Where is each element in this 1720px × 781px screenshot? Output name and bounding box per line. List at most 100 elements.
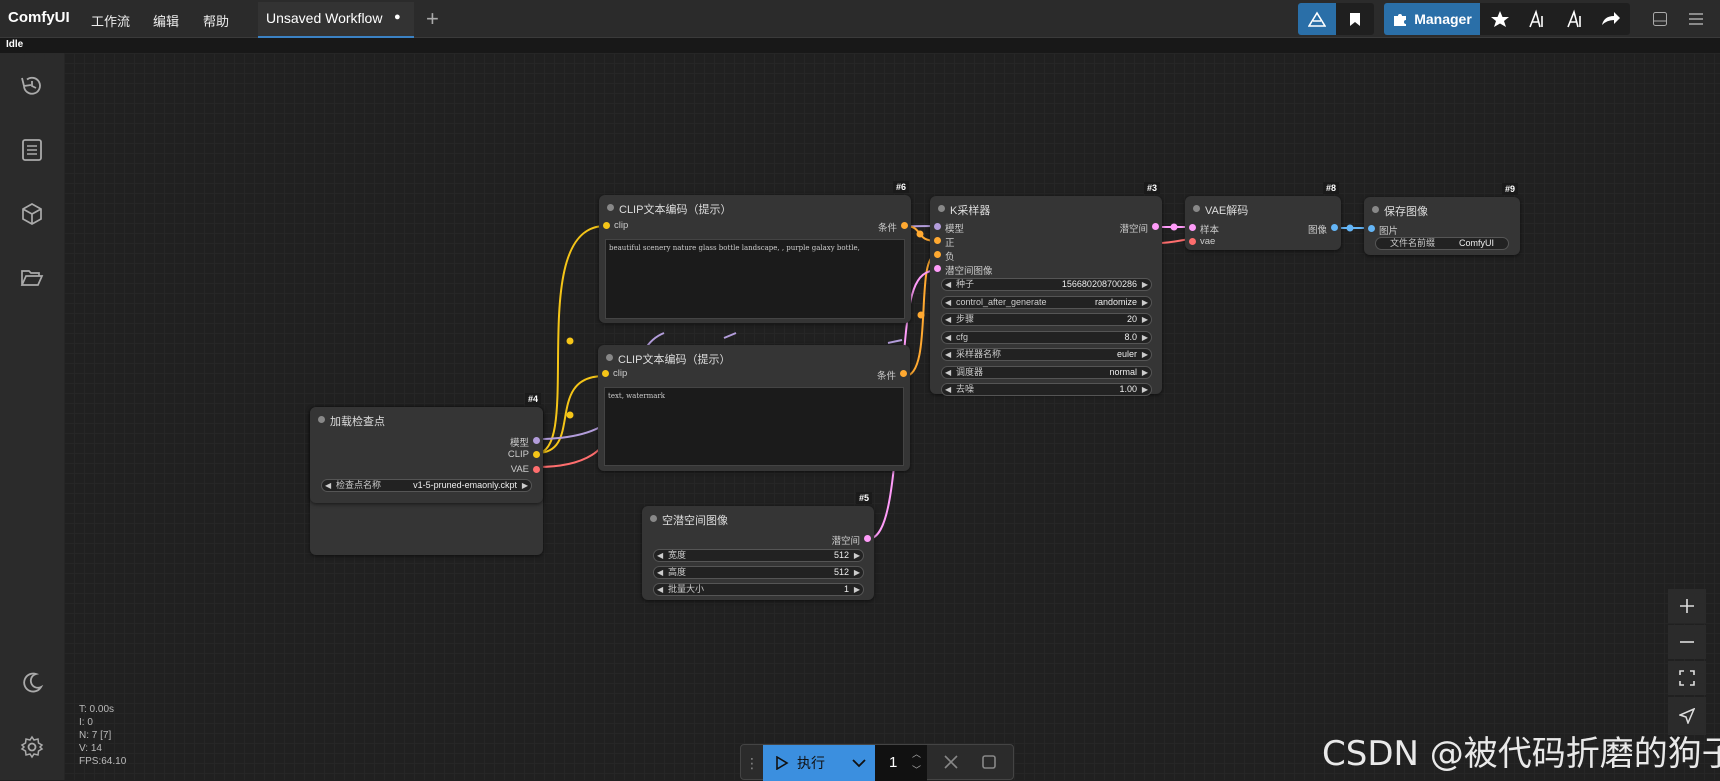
output-dot-clip[interactable] <box>533 451 540 458</box>
menu-help[interactable]: 帮助 <box>203 11 229 30</box>
decrement-icon[interactable]: ﹀ <box>912 763 921 776</box>
node-id: #4 <box>524 393 541 405</box>
output-dot-latent[interactable] <box>1152 223 1159 230</box>
input-dot-negative[interactable] <box>934 251 941 258</box>
output-dot-latent[interactable] <box>864 535 871 542</box>
widget-seed[interactable]: ◀ 种子 156680208700286 ▶ <box>941 278 1152 291</box>
cube-icon <box>22 203 42 225</box>
app-logo: ComfyUI <box>8 9 70 26</box>
node-clip-text-encode-negative[interactable]: CLIP文本编码（提示） clip 条件 text, watermark <box>598 345 910 471</box>
toggle-panel-button[interactable] <box>1648 3 1672 35</box>
status-bar: Idle <box>0 38 1720 53</box>
widget-control-after-generate[interactable]: ◀ control_after_generate randomize ▶ <box>941 296 1152 309</box>
input-dot-latent[interactable] <box>934 265 941 272</box>
output-dot-image[interactable] <box>1331 224 1338 231</box>
hamburger-menu-button[interactable] <box>1684 3 1708 35</box>
input-dot-model[interactable] <box>934 223 941 230</box>
unsaved-indicator: ● <box>394 11 401 23</box>
puzzle-icon <box>1394 14 1407 26</box>
node-title[interactable]: VAE解码 <box>1185 196 1341 220</box>
run-options-dropdown[interactable] <box>843 745 875 781</box>
input-slot-dot[interactable] <box>602 370 609 377</box>
prompt-textarea[interactable]: beautiful scenery nature glass bottle la… <box>605 239 905 319</box>
input-dot-vae[interactable] <box>1189 238 1196 245</box>
new-tab-button[interactable]: + <box>426 6 439 32</box>
menu-workflow[interactable]: 工作流 <box>91 11 130 30</box>
widget-scheduler[interactable]: ◀ 调度器 normal ▶ <box>941 366 1152 379</box>
output-slot-conditioning: 条件 <box>877 223 897 234</box>
node-vae-decode[interactable]: #8 VAE解码 样本 vae 图像 <box>1185 182 1341 250</box>
node-clip-text-encode-positive[interactable]: #6 CLIP文本编码（提示） clip 条件 beautiful scener… <box>599 181 911 323</box>
prompt-textarea[interactable]: text, watermark <box>604 387 904 466</box>
graph-canvas[interactable]: #6 CLIP文本编码（提示） clip 条件 beautiful scener… <box>64 53 1720 780</box>
sidebar <box>0 53 64 780</box>
widget-width[interactable]: ◀ 宽度 512 ▶ <box>653 549 864 562</box>
stat-i: I: 0 <box>79 717 93 728</box>
theme-toggle-button[interactable] <box>14 665 50 701</box>
queue-run-bar: ⋮ 执行 1 ︿ ﹀ <box>740 744 1014 781</box>
top-bar: ComfyUI 工作流 编辑 帮助 Unsaved Workflow ● + M… <box>0 0 1720 38</box>
widget-denoise[interactable]: ◀ 去噪 1.00 ▶ <box>941 383 1152 396</box>
queue-count-input[interactable]: 1 ︿ ﹀ <box>875 745 927 781</box>
cancel-button[interactable] <box>943 754 959 775</box>
node-id: #9 <box>1501 183 1518 195</box>
mountain-icon <box>1308 11 1326 27</box>
settings-button[interactable] <box>14 729 50 765</box>
node-title[interactable]: CLIP文本编码（提示） <box>598 345 910 369</box>
input-dot-positive[interactable] <box>934 237 941 244</box>
input-slot-latent: 潜空间图像 <box>945 266 993 277</box>
fullscreen-icon <box>1679 670 1695 686</box>
widget-height[interactable]: ◀ 高度 512 ▶ <box>653 566 864 579</box>
node-id: #6 <box>892 181 909 193</box>
node-ksampler[interactable]: #3 K采样器 模型 正 负 潜空间图像 潜空间 ◀ 种子 156680208700… <box>930 182 1162 396</box>
book-icon <box>22 139 42 161</box>
fit-view-button[interactable] <box>1668 661 1706 695</box>
input-slot-dot[interactable] <box>603 222 610 229</box>
manager-button[interactable]: Manager <box>1384 3 1480 35</box>
node-title[interactable]: 空潜空间图像 <box>642 506 874 530</box>
input-dot-samples[interactable] <box>1189 224 1196 231</box>
node-title[interactable]: 加载检查点 <box>310 407 543 431</box>
tab-unsaved-workflow[interactable]: Unsaved Workflow ● <box>258 2 414 38</box>
input-slot-clip: clip <box>613 368 628 379</box>
sidebar-item-library[interactable] <box>14 132 50 168</box>
star-icon <box>1491 11 1509 27</box>
zoom-out-button[interactable] <box>1668 625 1706 659</box>
stat-fps: FPS:64.10 <box>79 756 127 767</box>
input-dot-images[interactable] <box>1368 225 1375 232</box>
sidebar-item-history[interactable] <box>14 68 50 104</box>
output-slot-image: 图像 <box>1307 225 1327 236</box>
output-dot-vae[interactable] <box>533 466 540 473</box>
output-dot-model[interactable] <box>533 437 540 444</box>
manager-label: Manager <box>1414 11 1472 27</box>
widget-batch-size[interactable]: ◀ 批量大小 1 ▶ <box>653 583 864 596</box>
zoom-in-button[interactable] <box>1668 589 1706 623</box>
input-slot-images: 图片 <box>1379 226 1399 237</box>
node-title[interactable]: 保存图像 <box>1364 197 1520 221</box>
widget-checkpoint-name[interactable]: ◀ 检查点名称 v1-5-pruned-emaonly.ckpt ▶ <box>321 479 532 492</box>
increment-icon[interactable]: ︿ <box>912 747 921 760</box>
close-icon <box>944 755 958 769</box>
run-button[interactable]: 执行 <box>763 745 843 781</box>
node-checkpoint-body: #4 加载检查点 模型 CLIP VAE ◀ 检查点名称 v1-5-pruned-e… <box>310 393 543 503</box>
node-empty-latent-image[interactable]: #5 空潜空间图像 潜空间 ◀ 宽度 512 ▶ ◀ 高度 512 ▶ ◀ 批量大小 1 ▶ <box>642 492 874 600</box>
stat-nodes: N: 7 [7] <box>79 730 112 741</box>
input-slot-clip: clip <box>614 220 629 231</box>
widget-cfg[interactable]: ◀ cfg 8.0 ▶ <box>941 331 1152 344</box>
comfy-registry-button[interactable] <box>1298 3 1336 35</box>
drag-handle-icon[interactable]: ⋮ <box>745 755 759 772</box>
widget-steps[interactable]: ◀ 步骤 20 ▶ <box>941 313 1152 326</box>
output-slot-dot[interactable] <box>900 370 907 377</box>
widget-filename-prefix[interactable]: 文件名前缀 ComfyUI <box>1375 237 1509 250</box>
bookmark-button[interactable] <box>1336 3 1374 35</box>
node-save-image[interactable]: #9 保存图像 图片 文件名前缀 ComfyUI <box>1364 183 1520 255</box>
node-title[interactable]: CLIP文本编码（提示） <box>599 195 911 219</box>
output-slot-dot[interactable] <box>901 222 908 229</box>
sidebar-item-models[interactable] <box>14 196 50 232</box>
sidebar-item-workflows[interactable] <box>14 260 50 296</box>
node-title[interactable]: K采样器 <box>930 196 1162 220</box>
widget-sampler-name[interactable]: ◀ 采样器名称 euler ▶ <box>941 348 1152 361</box>
folder-open-icon <box>20 270 44 286</box>
menu-edit[interactable]: 编辑 <box>153 11 179 30</box>
stop-button[interactable] <box>981 754 997 775</box>
